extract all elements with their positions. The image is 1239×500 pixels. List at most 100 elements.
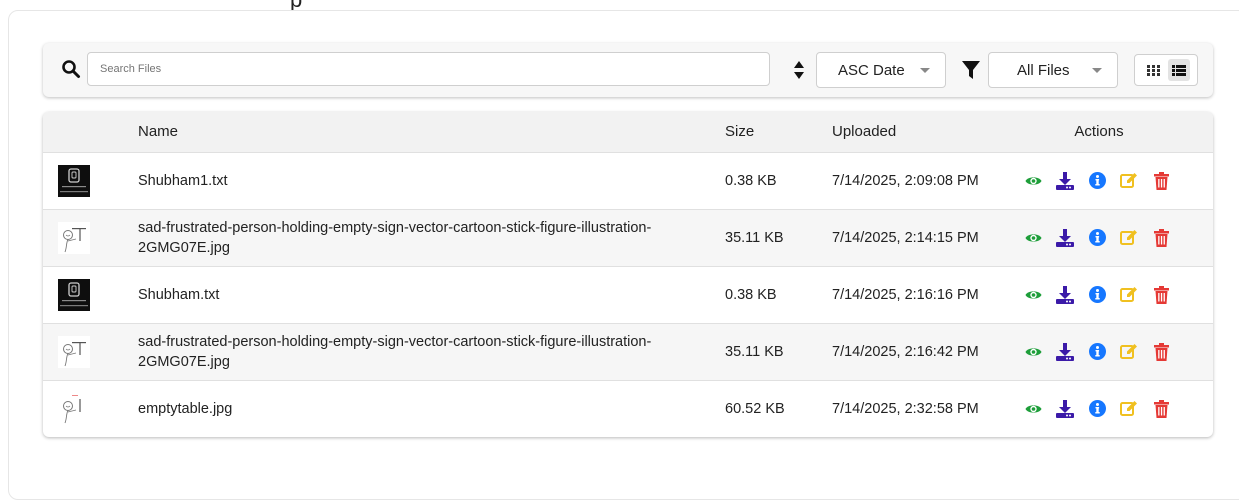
info-icon xyxy=(1088,229,1106,246)
eye-icon xyxy=(1025,347,1041,356)
view-button[interactable] xyxy=(1017,397,1049,421)
edit-button[interactable] xyxy=(1113,397,1145,421)
image-file-thumbnail xyxy=(58,221,90,254)
upload-date: 7/14/2025, 2:32:58 PM xyxy=(832,400,979,417)
trash-icon xyxy=(1153,342,1169,361)
name-column-header[interactable]: Name xyxy=(138,112,725,152)
download-button[interactable] xyxy=(1049,283,1081,307)
thumbnail-cell xyxy=(43,323,138,380)
text-file-thumbnail xyxy=(58,278,90,311)
info-button[interactable] xyxy=(1081,340,1113,364)
table-row[interactable]: Shubham1.txt 0.38 KB 7/14/2025, 2:09:08 … xyxy=(43,152,1213,209)
actions-cell xyxy=(997,152,1213,209)
upload-date: 7/14/2025, 2:09:08 PM xyxy=(832,172,979,189)
edit-button[interactable] xyxy=(1113,169,1145,193)
files-table: Name Size Uploaded Actions Shubham1.txt … xyxy=(43,112,1213,437)
files-table-container: Name Size Uploaded Actions Shubham1.txt … xyxy=(43,112,1213,437)
eye-icon xyxy=(1025,176,1041,185)
text-file-thumbnail xyxy=(58,164,90,197)
actions-cell xyxy=(997,209,1213,266)
trash-icon xyxy=(1153,171,1169,190)
file-size: 0.38 KB xyxy=(725,286,777,303)
uploaded-column-header[interactable]: Uploaded xyxy=(832,112,997,152)
upload-date: 7/14/2025, 2:16:42 PM xyxy=(832,343,979,360)
file-size: 35.11 KB xyxy=(725,343,784,360)
download-button[interactable] xyxy=(1049,226,1081,250)
download-button[interactable] xyxy=(1049,169,1081,193)
file-name: emptytable.jpg xyxy=(138,400,233,417)
table-row[interactable]: emptytable.jpg 60.52 KB 7/14/2025, 2:32:… xyxy=(43,380,1213,437)
sort-select[interactable]: ASC Date xyxy=(816,52,946,88)
view-button[interactable] xyxy=(1017,283,1049,307)
list-view-button[interactable] xyxy=(1167,59,1190,81)
search-input[interactable] xyxy=(87,52,770,86)
sort-select-value: ASC Date xyxy=(838,61,905,79)
info-button[interactable] xyxy=(1081,397,1113,421)
actions-cell xyxy=(997,266,1213,323)
search-icon xyxy=(62,60,80,78)
download-icon xyxy=(1056,228,1074,247)
table-row[interactable]: sad-frustrated-person-holding-empty-sign… xyxy=(43,209,1213,266)
edit-button[interactable] xyxy=(1113,340,1145,364)
file-name: Shubham1.txt xyxy=(138,172,228,189)
thumbnail-cell xyxy=(43,380,138,437)
download-icon xyxy=(1056,399,1074,418)
list-icon xyxy=(1171,64,1186,76)
eye-icon xyxy=(1025,290,1041,299)
file-size: 60.52 KB xyxy=(725,400,785,417)
download-icon xyxy=(1056,285,1074,304)
eye-icon xyxy=(1025,405,1041,413)
size-column-header[interactable]: Size xyxy=(725,112,832,152)
thumbnail-cell xyxy=(43,209,138,266)
trash-icon xyxy=(1153,399,1169,418)
thumbnail-cell xyxy=(43,152,138,209)
view-button[interactable] xyxy=(1017,169,1049,193)
trash-icon xyxy=(1153,285,1169,304)
info-icon xyxy=(1088,343,1106,360)
image-file-thumbnail xyxy=(58,335,90,368)
info-button[interactable] xyxy=(1081,226,1113,250)
table-row[interactable]: sad-frustrated-person-holding-empty-sign… xyxy=(43,323,1213,380)
file-toolbar: ASC Date All Files xyxy=(43,43,1213,97)
filter-icon xyxy=(962,61,980,79)
eye-icon xyxy=(1025,233,1041,242)
image-file-thumbnail xyxy=(58,392,90,425)
download-icon xyxy=(1056,171,1074,190)
edit-button[interactable] xyxy=(1113,226,1145,250)
edit-icon xyxy=(1120,401,1137,417)
edit-icon xyxy=(1120,173,1137,188)
actions-cell xyxy=(997,380,1213,437)
view-button[interactable] xyxy=(1017,226,1049,250)
thumbnail-column-header xyxy=(43,112,138,152)
info-icon xyxy=(1088,400,1106,418)
delete-button[interactable] xyxy=(1145,226,1177,250)
view-button[interactable] xyxy=(1017,340,1049,364)
upload-date: 7/14/2025, 2:16:16 PM xyxy=(832,286,979,303)
delete-button[interactable] xyxy=(1145,397,1177,421)
file-name: Shubham.txt xyxy=(138,286,220,303)
info-icon xyxy=(1088,286,1106,303)
info-icon xyxy=(1088,172,1106,189)
delete-button[interactable] xyxy=(1145,283,1177,307)
upload-date: 7/14/2025, 2:14:15 PM xyxy=(832,229,979,246)
grid-icon xyxy=(1147,64,1160,76)
sort-icon[interactable] xyxy=(794,61,804,79)
edit-icon xyxy=(1120,230,1137,245)
grid-view-button[interactable] xyxy=(1143,59,1165,81)
table-header-row: Name Size Uploaded Actions xyxy=(43,112,1213,152)
file-type-select[interactable]: All Files xyxy=(988,52,1118,88)
edit-icon xyxy=(1120,344,1137,359)
edit-button[interactable] xyxy=(1113,283,1145,307)
chevron-down-icon xyxy=(1092,68,1102,73)
table-row[interactable]: Shubham.txt 0.38 KB 7/14/2025, 2:16:16 P… xyxy=(43,266,1213,323)
info-button[interactable] xyxy=(1081,169,1113,193)
file-size: 35.11 KB xyxy=(725,229,784,246)
download-button[interactable] xyxy=(1049,340,1081,364)
info-button[interactable] xyxy=(1081,283,1113,307)
download-button[interactable] xyxy=(1049,397,1081,421)
delete-button[interactable] xyxy=(1145,340,1177,364)
chevron-down-icon xyxy=(920,68,930,73)
actions-column-header: Actions xyxy=(1074,123,1124,141)
download-icon xyxy=(1056,342,1074,361)
delete-button[interactable] xyxy=(1145,169,1177,193)
